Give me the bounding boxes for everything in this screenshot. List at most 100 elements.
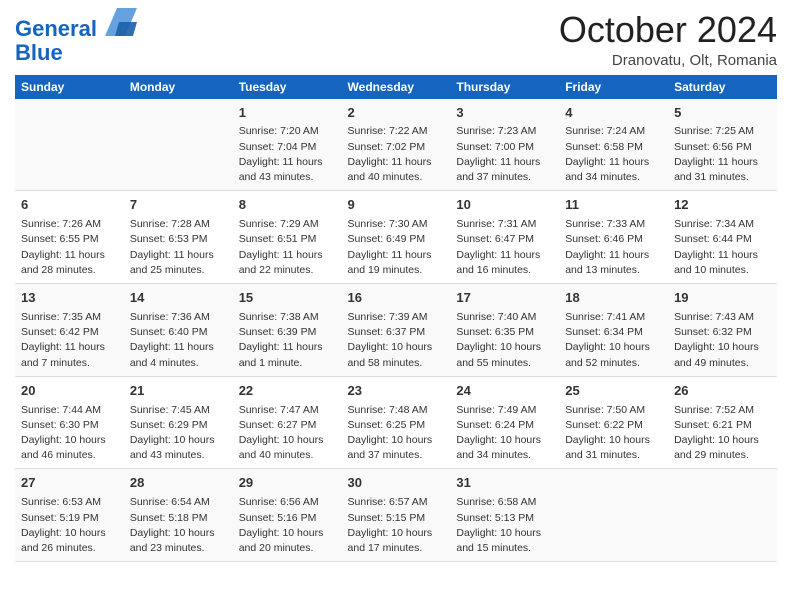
weekday-header-thursday: Thursday <box>450 75 559 99</box>
calendar-cell: 25 Sunrise: 7:50 AM Sunset: 6:22 PM Dayli… <box>559 376 668 469</box>
day-info: Sunrise: 7:50 AM Sunset: 6:22 PM Dayligh… <box>565 403 662 464</box>
day-number: 24 <box>456 382 553 401</box>
day-info: Sunrise: 7:33 AM Sunset: 6:46 PM Dayligh… <box>565 217 662 278</box>
day-info: Sunrise: 7:41 AM Sunset: 6:34 PM Dayligh… <box>565 310 662 371</box>
day-info: Sunrise: 7:44 AM Sunset: 6:30 PM Dayligh… <box>21 403 118 464</box>
calendar-cell: 7 Sunrise: 7:28 AM Sunset: 6:53 PM Daylig… <box>124 191 233 284</box>
calendar-cell: 22Sunrise: 7:47 AM Sunset: 6:27 PM Dayli… <box>233 376 342 469</box>
weekday-header-monday: Monday <box>124 75 233 99</box>
day-info: Sunrise: 7:40 AM Sunset: 6:35 PM Dayligh… <box>456 310 553 371</box>
logo-icon <box>105 8 137 36</box>
day-number: 4 <box>565 104 662 123</box>
calendar-cell: 10 Sunrise: 7:31 AM Sunset: 6:47 PM Dayli… <box>450 191 559 284</box>
day-number: 15 <box>239 289 336 308</box>
weekday-header-tuesday: Tuesday <box>233 75 342 99</box>
day-info: Sunrise: 7:47 AM Sunset: 6:27 PM Dayligh… <box>239 403 336 464</box>
calendar-cell: 24 Sunrise: 7:49 AM Sunset: 6:24 PM Dayli… <box>450 376 559 469</box>
day-number: 9 <box>348 196 445 215</box>
day-number: 10 <box>456 196 553 215</box>
day-info: Sunrise: 7:20 AM Sunset: 7:04 PM Dayligh… <box>239 124 336 185</box>
day-number: 11 <box>565 196 662 215</box>
day-info: Sunrise: 6:54 AM Sunset: 5:18 PM Dayligh… <box>130 495 227 556</box>
day-info: Sunrise: 6:58 AM Sunset: 5:13 PM Dayligh… <box>456 495 553 556</box>
day-info: Sunrise: 7:45 AM Sunset: 6:29 PM Dayligh… <box>130 403 227 464</box>
calendar-cell <box>559 469 668 562</box>
calendar-week-row: 1Sunrise: 7:20 AM Sunset: 7:04 PM Daylig… <box>15 99 777 191</box>
day-info: Sunrise: 7:26 AM Sunset: 6:55 PM Dayligh… <box>21 217 118 278</box>
day-info: Sunrise: 7:38 AM Sunset: 6:39 PM Dayligh… <box>239 310 336 371</box>
calendar-cell: 20Sunrise: 7:44 AM Sunset: 6:30 PM Dayli… <box>15 376 124 469</box>
day-info: Sunrise: 7:39 AM Sunset: 6:37 PM Dayligh… <box>348 310 445 371</box>
month-title: October 2024 <box>559 10 777 50</box>
calendar-cell: 8 Sunrise: 7:29 AM Sunset: 6:51 PM Daylig… <box>233 191 342 284</box>
calendar-cell: 14 Sunrise: 7:36 AM Sunset: 6:40 PM Dayli… <box>124 284 233 377</box>
day-number: 17 <box>456 289 553 308</box>
day-info: Sunrise: 7:22 AM Sunset: 7:02 PM Dayligh… <box>348 124 445 185</box>
day-number: 31 <box>456 474 553 493</box>
weekday-header-row: SundayMondayTuesdayWednesdayThursdayFrid… <box>15 75 777 99</box>
calendar-cell: 18Sunrise: 7:41 AM Sunset: 6:34 PM Dayli… <box>559 284 668 377</box>
calendar-cell: 9 Sunrise: 7:30 AM Sunset: 6:49 PM Daylig… <box>342 191 451 284</box>
logo-blue-text: Blue <box>15 40 63 65</box>
calendar-cell: 11 Sunrise: 7:33 AM Sunset: 6:46 PM Dayli… <box>559 191 668 284</box>
day-info: Sunrise: 7:43 AM Sunset: 6:32 PM Dayligh… <box>674 310 771 371</box>
calendar-cell: 3Sunrise: 7:23 AM Sunset: 7:00 PM Daylig… <box>450 99 559 191</box>
calendar-cell <box>124 99 233 191</box>
day-number: 25 <box>565 382 662 401</box>
calendar-cell: 23Sunrise: 7:48 AM Sunset: 6:25 PM Dayli… <box>342 376 451 469</box>
calendar-cell: 27 Sunrise: 6:53 AM Sunset: 5:19 PM Dayli… <box>15 469 124 562</box>
page-header: General Blue October 2024 Dranovatu, Olt… <box>15 10 777 69</box>
day-number: 19 <box>674 289 771 308</box>
day-number: 14 <box>130 289 227 308</box>
day-number: 12 <box>674 196 771 215</box>
calendar-cell: 26Sunrise: 7:52 AM Sunset: 6:21 PM Dayli… <box>668 376 777 469</box>
day-info: Sunrise: 7:28 AM Sunset: 6:53 PM Dayligh… <box>130 217 227 278</box>
calendar-cell: 29Sunrise: 6:56 AM Sunset: 5:16 PM Dayli… <box>233 469 342 562</box>
day-info: Sunrise: 6:53 AM Sunset: 5:19 PM Dayligh… <box>21 495 118 556</box>
day-number: 1 <box>239 104 336 123</box>
calendar-cell: 21 Sunrise: 7:45 AM Sunset: 6:29 PM Dayli… <box>124 376 233 469</box>
day-info: Sunrise: 7:30 AM Sunset: 6:49 PM Dayligh… <box>348 217 445 278</box>
calendar-cell: 2Sunrise: 7:22 AM Sunset: 7:02 PM Daylig… <box>342 99 451 191</box>
day-number: 30 <box>348 474 445 493</box>
calendar-cell: 12 Sunrise: 7:34 AM Sunset: 6:44 PM Dayli… <box>668 191 777 284</box>
day-info: Sunrise: 7:36 AM Sunset: 6:40 PM Dayligh… <box>130 310 227 371</box>
calendar-cell <box>668 469 777 562</box>
day-info: Sunrise: 7:25 AM Sunset: 6:56 PM Dayligh… <box>674 124 771 185</box>
day-number: 23 <box>348 382 445 401</box>
day-info: Sunrise: 7:35 AM Sunset: 6:42 PM Dayligh… <box>21 310 118 371</box>
calendar-cell: 28Sunrise: 6:54 AM Sunset: 5:18 PM Dayli… <box>124 469 233 562</box>
day-info: Sunrise: 7:24 AM Sunset: 6:58 PM Dayligh… <box>565 124 662 185</box>
calendar-week-row: 20Sunrise: 7:44 AM Sunset: 6:30 PM Dayli… <box>15 376 777 469</box>
logo-general: General <box>15 16 97 41</box>
day-info: Sunrise: 7:31 AM Sunset: 6:47 PM Dayligh… <box>456 217 553 278</box>
day-info: Sunrise: 7:23 AM Sunset: 7:00 PM Dayligh… <box>456 124 553 185</box>
day-number: 16 <box>348 289 445 308</box>
logo: General Blue <box>15 14 137 65</box>
day-number: 7 <box>130 196 227 215</box>
calendar-cell: 5Sunrise: 7:25 AM Sunset: 6:56 PM Daylig… <box>668 99 777 191</box>
day-info: Sunrise: 7:49 AM Sunset: 6:24 PM Dayligh… <box>456 403 553 464</box>
title-area: October 2024 Dranovatu, Olt, Romania <box>559 10 777 69</box>
calendar-cell: 15 Sunrise: 7:38 AM Sunset: 6:39 PM Dayli… <box>233 284 342 377</box>
location: Dranovatu, Olt, Romania <box>559 52 777 69</box>
day-number: 29 <box>239 474 336 493</box>
calendar-cell <box>15 99 124 191</box>
day-info: Sunrise: 7:34 AM Sunset: 6:44 PM Dayligh… <box>674 217 771 278</box>
day-number: 2 <box>348 104 445 123</box>
calendar-cell: 30Sunrise: 6:57 AM Sunset: 5:15 PM Dayli… <box>342 469 451 562</box>
day-number: 21 <box>130 382 227 401</box>
calendar-cell: 17 Sunrise: 7:40 AM Sunset: 6:35 PM Dayli… <box>450 284 559 377</box>
day-number: 3 <box>456 104 553 123</box>
day-info: Sunrise: 7:29 AM Sunset: 6:51 PM Dayligh… <box>239 217 336 278</box>
day-number: 8 <box>239 196 336 215</box>
calendar-week-row: 27 Sunrise: 6:53 AM Sunset: 5:19 PM Dayli… <box>15 469 777 562</box>
day-number: 6 <box>21 196 118 215</box>
day-number: 26 <box>674 382 771 401</box>
calendar-cell: 13Sunrise: 7:35 AM Sunset: 6:42 PM Dayli… <box>15 284 124 377</box>
weekday-header-friday: Friday <box>559 75 668 99</box>
day-number: 27 <box>21 474 118 493</box>
calendar-cell: 16 Sunrise: 7:39 AM Sunset: 6:37 PM Dayli… <box>342 284 451 377</box>
calendar-cell: 6 Sunrise: 7:26 AM Sunset: 6:55 PM Daylig… <box>15 191 124 284</box>
calendar-table: SundayMondayTuesdayWednesdayThursdayFrid… <box>15 75 777 563</box>
